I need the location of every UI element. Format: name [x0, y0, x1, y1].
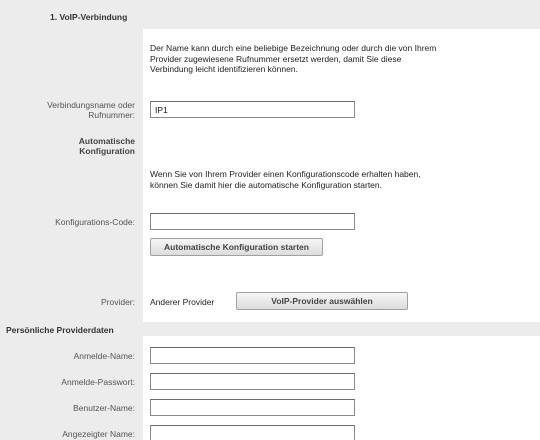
auto-config-heading-line2: Konfiguration [79, 146, 135, 156]
login-password-label: Anmelde-Passwort: [61, 377, 135, 387]
display-name-label: Angezeigter Name: [62, 429, 135, 439]
start-auto-config-button[interactable]: Automatische Konfiguration starten [150, 238, 323, 256]
connection-name-label-line2: Rufnummer: [88, 110, 135, 120]
connection-name-label: Verbindungsname oder Rufnummer: [0, 100, 143, 120]
config-code-label: Konfigurations-Code: [55, 217, 135, 227]
user-name-label: Benutzer-Name: [73, 403, 135, 413]
auto-config-heading: Automatische Konfiguration [0, 136, 143, 156]
connection-name-description: Der Name kann durch eine beliebige Bezei… [150, 43, 437, 74]
user-name-input[interactable] [150, 399, 355, 416]
login-name-label: Anmelde-Name: [73, 351, 135, 361]
select-voip-provider-button[interactable]: VoIP-Provider auswählen [236, 292, 408, 310]
section-title: 1. VoIP-Verbindung [50, 12, 128, 22]
provider-label: Provider: [100, 297, 135, 307]
display-name-input[interactable] [150, 425, 355, 440]
provider-value: Anderer Provider [150, 297, 215, 307]
auto-config-description: Wenn Sie von Ihrem Provider einen Konfig… [150, 169, 421, 190]
personal-data-title: Persönliche Providerdaten [6, 325, 114, 335]
connection-name-input[interactable] [150, 101, 355, 118]
config-code-input[interactable] [150, 213, 355, 230]
login-password-input[interactable] [150, 373, 355, 390]
login-name-input[interactable] [150, 347, 355, 364]
auto-config-heading-line1: Automatische [78, 136, 135, 146]
connection-name-label-line1: Verbindungsname oder [47, 100, 135, 110]
